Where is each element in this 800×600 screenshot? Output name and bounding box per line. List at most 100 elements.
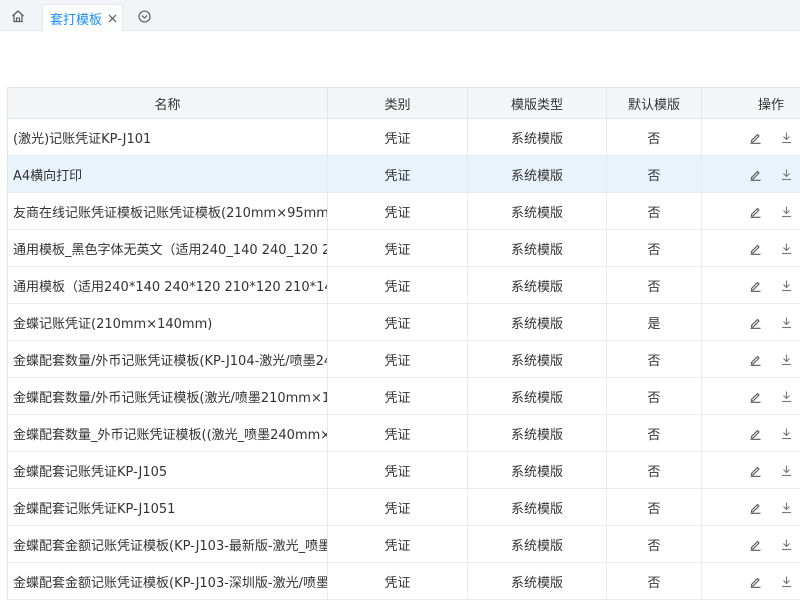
download-icon[interactable] bbox=[780, 464, 793, 477]
cell-template-name: 金蝶配套记账凭证KP-J105 bbox=[8, 452, 328, 488]
table-row[interactable]: 金蝶配套数量/外币记账凭证模板(KP-J104-激光/喷墨240 凭证 系统模版否 bbox=[8, 341, 800, 378]
cell-template-type: 系统模版 bbox=[468, 526, 607, 562]
cell-category: 凭证 bbox=[328, 378, 468, 414]
cell-template-type: 系统模版 bbox=[468, 304, 607, 340]
table-row[interactable]: A4横向打印 凭证 系统模版否 bbox=[8, 156, 800, 193]
column-header-name[interactable]: 名称 bbox=[8, 88, 328, 118]
column-header-default[interactable]: 默认模版 bbox=[607, 88, 702, 118]
table-header: 名称 类别 模版类型 默认模版 操作 bbox=[8, 88, 800, 119]
chevron-down-circle-icon bbox=[137, 9, 151, 23]
download-icon[interactable] bbox=[780, 242, 793, 255]
cell-category: 凭证 bbox=[328, 526, 468, 562]
cell-actions bbox=[702, 452, 800, 488]
cell-template-type: 系统模版 bbox=[468, 563, 607, 599]
close-icon[interactable] bbox=[108, 14, 117, 23]
tabs-more-button[interactable] bbox=[134, 6, 154, 26]
edit-icon[interactable] bbox=[749, 279, 762, 292]
download-icon[interactable] bbox=[780, 538, 793, 551]
table-row[interactable]: 金蝶记账凭证(210mm×140mm) 凭证 系统模版是 bbox=[8, 304, 800, 341]
cell-category: 凭证 bbox=[328, 341, 468, 377]
edit-icon[interactable] bbox=[749, 575, 762, 588]
download-icon[interactable] bbox=[780, 353, 793, 366]
cell-actions bbox=[702, 230, 800, 266]
cell-default: 否 bbox=[607, 563, 702, 599]
download-icon[interactable] bbox=[780, 279, 793, 292]
table-row[interactable]: (激光)记账凭证KP-J101 凭证 系统模版否 bbox=[8, 119, 800, 156]
cell-default: 否 bbox=[607, 193, 702, 229]
column-header-actions: 操作 bbox=[758, 97, 785, 113]
table-row[interactable]: 金蝶配套记账凭证KP-J105 凭证 系统模版否 bbox=[8, 452, 800, 489]
table-row[interactable]: 金蝶配套记账凭证KP-J1051 凭证 系统模版否 bbox=[8, 489, 800, 526]
cell-default: 否 bbox=[607, 156, 702, 192]
table-row[interactable]: 通用模板（适用240*140 240*120 210*120 210*140的纸… bbox=[8, 267, 800, 304]
cell-category: 凭证 bbox=[328, 156, 468, 192]
cell-template-type: 系统模版 bbox=[468, 156, 607, 192]
table-row[interactable]: 友商在线记账凭证模板记账凭证模板(210mm×95mm) 凭证 系统模版否 bbox=[8, 193, 800, 230]
download-icon[interactable] bbox=[780, 427, 793, 440]
column-header-template-type[interactable]: 模版类型 bbox=[468, 88, 607, 118]
cell-template-type: 系统模版 bbox=[468, 415, 607, 451]
templates-table: 名称 类别 模版类型 默认模版 操作 (激光)记账凭证KP-J101 凭证 系统模版… bbox=[7, 87, 800, 600]
table-body: (激光)记账凭证KP-J101 凭证 系统模版否 A4横向打印 凭证 系统模版否友商在线记… bbox=[8, 119, 800, 600]
cell-default: 否 bbox=[607, 415, 702, 451]
cell-category: 凭证 bbox=[328, 489, 468, 525]
cell-template-type: 系统模版 bbox=[468, 489, 607, 525]
table-row[interactable]: 金蝶配套数量/外币记账凭证模板(激光/喷墨210mm×14 凭证 系统模版否 bbox=[8, 378, 800, 415]
cell-actions bbox=[702, 304, 800, 340]
cell-template-type: 系统模版 bbox=[468, 193, 607, 229]
edit-icon[interactable] bbox=[749, 501, 762, 514]
cell-default: 否 bbox=[607, 119, 702, 155]
cell-default: 否 bbox=[607, 341, 702, 377]
cell-template-type: 系统模版 bbox=[468, 230, 607, 266]
cell-template-name: 金蝶配套金额记账凭证模板(KP-J103-最新版-激光_喷墨2 bbox=[8, 526, 328, 562]
cell-actions bbox=[702, 378, 800, 414]
column-header-category[interactable]: 类别 bbox=[328, 88, 468, 118]
home-button[interactable] bbox=[0, 0, 36, 31]
edit-icon[interactable] bbox=[749, 205, 762, 218]
edit-icon[interactable] bbox=[749, 464, 762, 477]
edit-icon[interactable] bbox=[749, 427, 762, 440]
cell-template-name: 金蝶配套记账凭证KP-J1051 bbox=[8, 489, 328, 525]
cell-template-name: 金蝶配套数量/外币记账凭证模板(激光/喷墨210mm×14 bbox=[8, 378, 328, 414]
cell-template-name: 友商在线记账凭证模板记账凭证模板(210mm×95mm) bbox=[8, 193, 328, 229]
table-row[interactable]: 金蝶配套金额记账凭证模板(KP-J103-深圳版-激光/喷墨2 凭证 系统模版否 bbox=[8, 563, 800, 600]
download-icon[interactable] bbox=[780, 131, 793, 144]
edit-icon[interactable] bbox=[749, 538, 762, 551]
cell-actions bbox=[702, 526, 800, 562]
cell-default: 否 bbox=[607, 526, 702, 562]
edit-icon[interactable] bbox=[749, 168, 762, 181]
edit-icon[interactable] bbox=[749, 316, 762, 329]
cell-template-name: 通用模板_黑色字体无英文（适用240_140 240_120 210_ bbox=[8, 230, 328, 266]
cell-template-name: A4横向打印 bbox=[8, 156, 328, 192]
table-row[interactable]: 通用模板_黑色字体无英文（适用240_140 240_120 210_ 凭证 系统模… bbox=[8, 230, 800, 267]
download-icon[interactable] bbox=[780, 205, 793, 218]
cell-template-type: 系统模版 bbox=[468, 119, 607, 155]
cell-category: 凭证 bbox=[328, 193, 468, 229]
download-icon[interactable] bbox=[780, 390, 793, 403]
cell-default: 否 bbox=[607, 452, 702, 488]
cell-template-name: 金蝶配套金额记账凭证模板(KP-J103-深圳版-激光/喷墨2 bbox=[8, 563, 328, 599]
download-icon[interactable] bbox=[780, 575, 793, 588]
cell-default: 否 bbox=[607, 378, 702, 414]
edit-icon[interactable] bbox=[749, 353, 762, 366]
download-icon[interactable] bbox=[780, 501, 793, 514]
tab-print-templates[interactable]: 套打模板 bbox=[42, 4, 123, 31]
cell-category: 凭证 bbox=[328, 230, 468, 266]
cell-template-type: 系统模版 bbox=[468, 378, 607, 414]
cell-template-name: 金蝶记账凭证(210mm×140mm) bbox=[8, 304, 328, 340]
download-icon[interactable] bbox=[780, 316, 793, 329]
edit-icon[interactable] bbox=[749, 390, 762, 403]
table-row[interactable]: 金蝶配套金额记账凭证模板(KP-J103-最新版-激光_喷墨2 凭证 系统模版否 bbox=[8, 526, 800, 563]
table-row[interactable]: 金蝶配套数量_外币记账凭证模板((激光_喷墨240mm×1 凭证 系统模版否 bbox=[8, 415, 800, 452]
cell-category: 凭证 bbox=[328, 119, 468, 155]
edit-icon[interactable] bbox=[749, 131, 762, 144]
cell-default: 否 bbox=[607, 489, 702, 525]
cell-actions bbox=[702, 415, 800, 451]
download-icon[interactable] bbox=[780, 168, 793, 181]
cell-category: 凭证 bbox=[328, 452, 468, 488]
cell-default: 是 bbox=[607, 304, 702, 340]
cell-category: 凭证 bbox=[328, 267, 468, 303]
cell-actions bbox=[702, 563, 800, 599]
edit-icon[interactable] bbox=[749, 242, 762, 255]
home-icon bbox=[11, 9, 25, 23]
